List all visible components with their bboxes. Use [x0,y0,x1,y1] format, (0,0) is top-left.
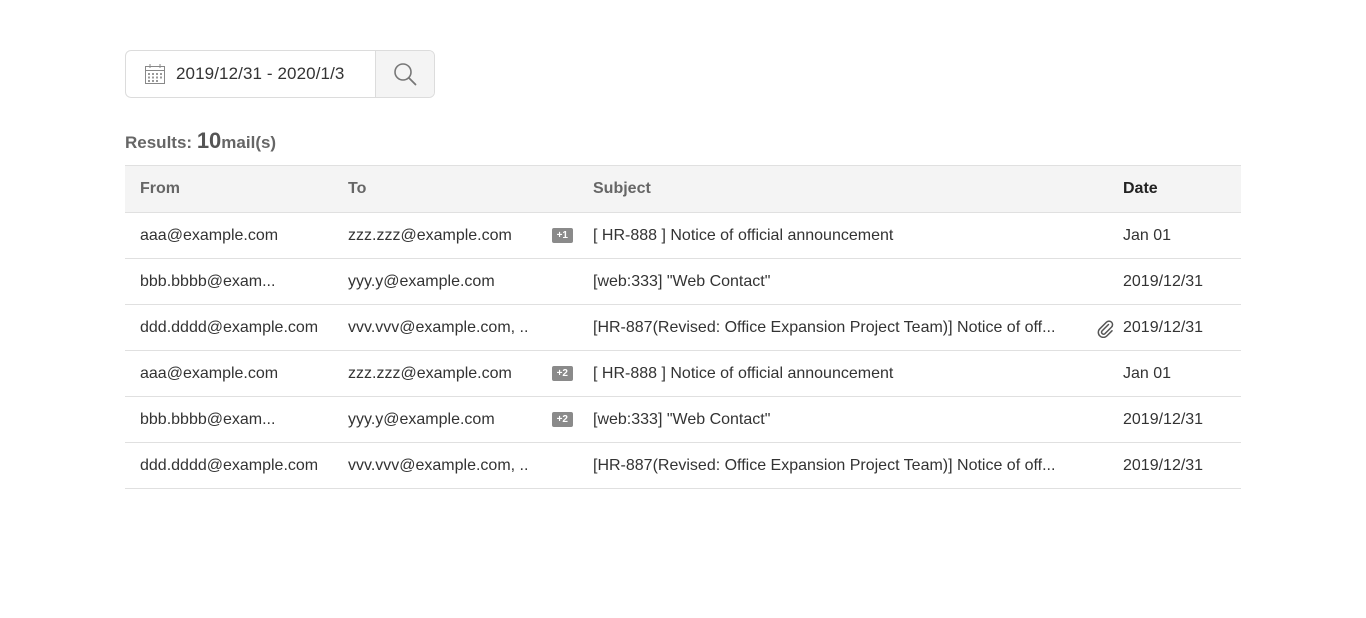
to-cell: zzz.zzz@example.com +1 [348,212,593,259]
recipient-text: vvv.vvv@example.com, .. [348,318,529,336]
results-label: Results: [125,133,193,152]
date-cell: 2019/12/31 [1123,258,1241,305]
subject-cell: [HR-887(Revised: Office Expansion Projec… [593,442,1123,489]
recipient-text: yyy.y@example.com [348,410,495,428]
from-cell: aaa@example.com [125,350,348,397]
column-header-to[interactable]: To [348,165,593,213]
date-search-box: 2019/12/31 - 2020/1/3 [125,50,435,98]
column-header-subject[interactable]: Subject [593,165,1123,213]
table-row[interactable]: ddd.dddd@example.com vvv.vvv@example.com,… [125,304,1241,351]
from-cell: aaa@example.com [125,212,348,259]
from-cell: ddd.dddd@example.com [125,304,348,351]
table-row[interactable]: ddd.dddd@example.com vvv.vvv@example.com,… [125,442,1241,489]
to-wrapper: zzz.zzz@example.com +2 [348,365,573,383]
subject-wrapper: [ HR-888 ] Notice of official announceme… [593,227,1115,245]
subject-wrapper: [web:333] "Web Contact" [593,273,1115,291]
subject-cell: [ HR-888 ] Notice of official announceme… [593,212,1123,259]
column-header-date[interactable]: Date [1123,165,1241,213]
subject-text[interactable]: [HR-887(Revised: Office Expansion Projec… [593,457,1115,475]
calendar-icon [143,62,167,86]
from-cell: bbb.bbbb@exam... [125,258,348,305]
mail-table: From To Subject Date aaa@example.com zzz.… [125,165,1241,489]
to-cell: yyy.y@example.com +2 [348,396,593,443]
results-count: 10 [196,128,222,153]
table-header-row: From To Subject Date [125,165,1241,213]
date-range-text: 2019/12/31 - 2020/1/3 [176,64,345,83]
from-cell: ddd.dddd@example.com [125,442,348,489]
table-row[interactable]: aaa@example.com zzz.zzz@example.com +1 [ HR… [125,212,1241,259]
date-cell: Jan 01 [1123,350,1241,397]
subject-text[interactable]: [web:333] "Web Contact" [593,411,1115,429]
subject-text[interactable]: [HR-887(Revised: Office Expansion Projec… [593,319,1089,337]
date-cell: 2019/12/31 [1123,396,1241,443]
subject-cell: [ HR-888 ] Notice of official announceme… [593,350,1123,397]
extra-recipients-badge[interactable]: +2 [551,366,573,381]
subject-cell: [web:333] "Web Contact" [593,396,1123,443]
table-row[interactable]: bbb.bbbb@exam... yyy.y@example.com [web:33… [125,258,1241,305]
to-cell: yyy.y@example.com [348,258,593,305]
recipient-text: zzz.zzz@example.com [348,226,512,244]
subject-wrapper: [web:333] "Web Contact" [593,411,1115,429]
to-cell: zzz.zzz@example.com +2 [348,350,593,397]
recipient-text: yyy.y@example.com [348,272,495,290]
recipient-text: zzz.zzz@example.com [348,364,512,382]
results-summary: Results: 10mail(s) [125,128,276,154]
subject-wrapper: [HR-887(Revised: Office Expansion Projec… [593,457,1115,475]
table-row[interactable]: aaa@example.com zzz.zzz@example.com +2 [ HR… [125,350,1241,397]
subject-cell: [web:333] "Web Contact" [593,258,1123,305]
to-cell: vvv.vvv@example.com, .. [348,442,593,489]
subject-text[interactable]: [ HR-888 ] Notice of official announceme… [593,365,1115,383]
results-unit: mail(s) [221,133,277,152]
subject-wrapper: [HR-887(Revised: Office Expansion Projec… [593,318,1115,338]
recipient-text: vvv.vvv@example.com, .. [348,456,529,474]
search-button[interactable] [375,51,434,97]
from-cell: bbb.bbbb@exam... [125,396,348,443]
date-cell: Jan 01 [1123,212,1241,259]
to-wrapper: vvv.vvv@example.com, .. [348,457,573,475]
search-icon [392,61,418,87]
extra-recipients-badge[interactable]: +1 [551,228,573,243]
table-row[interactable]: bbb.bbbb@exam... yyy.y@example.com +2 [web:… [125,396,1241,443]
column-header-from[interactable]: From [125,165,348,213]
to-wrapper: yyy.y@example.com +2 [348,411,573,429]
date-cell: 2019/12/31 [1123,304,1241,351]
to-wrapper: vvv.vvv@example.com, .. [348,319,573,337]
paperclip-icon [1095,318,1115,338]
date-range-input[interactable]: 2019/12/31 - 2020/1/3 [126,51,375,97]
to-wrapper: zzz.zzz@example.com +1 [348,227,573,245]
subject-text[interactable]: [web:333] "Web Contact" [593,273,1115,291]
subject-wrapper: [ HR-888 ] Notice of official announceme… [593,365,1115,383]
subject-cell: [HR-887(Revised: Office Expansion Projec… [593,304,1123,351]
subject-text[interactable]: [ HR-888 ] Notice of official announceme… [593,227,1115,245]
extra-recipients-badge[interactable]: +2 [551,412,573,427]
to-cell: vvv.vvv@example.com, .. [348,304,593,351]
date-cell: 2019/12/31 [1123,442,1241,489]
to-wrapper: yyy.y@example.com [348,273,573,291]
